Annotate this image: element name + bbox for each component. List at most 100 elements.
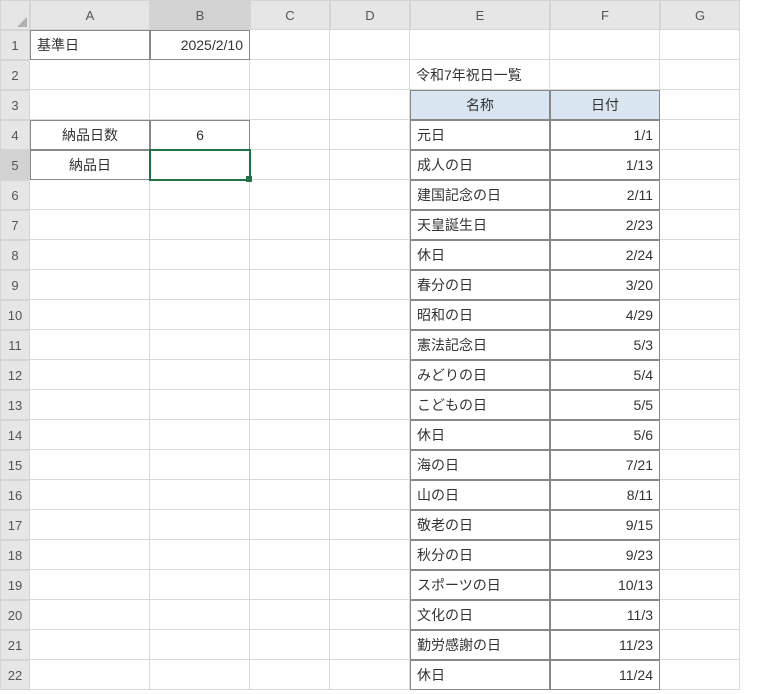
cell-E21[interactable]: 勤労感謝の日 <box>410 630 550 660</box>
cell-G3[interactable] <box>660 90 740 120</box>
cell-A8[interactable] <box>30 240 150 270</box>
cell-F12[interactable]: 5/4 <box>550 360 660 390</box>
row-header-17[interactable]: 17 <box>0 510 30 540</box>
cell-D2[interactable] <box>330 60 410 90</box>
cell-B21[interactable] <box>150 630 250 660</box>
cell-E15[interactable]: 海の日 <box>410 450 550 480</box>
cell-D5[interactable] <box>330 150 410 180</box>
cell-B19[interactable] <box>150 570 250 600</box>
cell-C22[interactable] <box>250 660 330 690</box>
row-header-9[interactable]: 9 <box>0 270 30 300</box>
cell-A21[interactable] <box>30 630 150 660</box>
cell-D9[interactable] <box>330 270 410 300</box>
cell-D3[interactable] <box>330 90 410 120</box>
cell-F2[interactable] <box>550 60 660 90</box>
row-header-11[interactable]: 11 <box>0 330 30 360</box>
cell-E6[interactable]: 建国記念の日 <box>410 180 550 210</box>
cell-F6[interactable]: 2/11 <box>550 180 660 210</box>
cell-A6[interactable] <box>30 180 150 210</box>
cell-C12[interactable] <box>250 360 330 390</box>
cell-B20[interactable] <box>150 600 250 630</box>
cell-C4[interactable] <box>250 120 330 150</box>
row-header-1[interactable]: 1 <box>0 30 30 60</box>
cell-G14[interactable] <box>660 420 740 450</box>
cell-A19[interactable] <box>30 570 150 600</box>
col-header-E[interactable]: E <box>410 0 550 30</box>
cell-B15[interactable] <box>150 450 250 480</box>
cell-A13[interactable] <box>30 390 150 420</box>
cell-F14[interactable]: 5/6 <box>550 420 660 450</box>
col-header-A[interactable]: A <box>30 0 150 30</box>
spreadsheet-grid[interactable]: ABCDEFG1基準日2025/2/102令和7年祝日一覧3名称日付4納品日数6… <box>0 0 778 690</box>
col-header-C[interactable]: C <box>250 0 330 30</box>
cell-F21[interactable]: 11/23 <box>550 630 660 660</box>
cell-F5[interactable]: 1/13 <box>550 150 660 180</box>
row-header-13[interactable]: 13 <box>0 390 30 420</box>
cell-G17[interactable] <box>660 510 740 540</box>
cell-B1[interactable]: 2025/2/10 <box>150 30 250 60</box>
cell-F16[interactable]: 8/11 <box>550 480 660 510</box>
cell-B17[interactable] <box>150 510 250 540</box>
cell-B22[interactable] <box>150 660 250 690</box>
cell-G20[interactable] <box>660 600 740 630</box>
cell-D6[interactable] <box>330 180 410 210</box>
cell-G2[interactable] <box>660 60 740 90</box>
cell-C5[interactable] <box>250 150 330 180</box>
cell-C19[interactable] <box>250 570 330 600</box>
cell-C1[interactable] <box>250 30 330 60</box>
cell-F4[interactable]: 1/1 <box>550 120 660 150</box>
row-header-10[interactable]: 10 <box>0 300 30 330</box>
row-header-8[interactable]: 8 <box>0 240 30 270</box>
cell-B8[interactable] <box>150 240 250 270</box>
cell-G5[interactable] <box>660 150 740 180</box>
cell-C7[interactable] <box>250 210 330 240</box>
cell-D7[interactable] <box>330 210 410 240</box>
cell-E2[interactable]: 令和7年祝日一覧 <box>410 60 550 90</box>
cell-G21[interactable] <box>660 630 740 660</box>
row-header-20[interactable]: 20 <box>0 600 30 630</box>
cell-G22[interactable] <box>660 660 740 690</box>
cell-A20[interactable] <box>30 600 150 630</box>
cell-G11[interactable] <box>660 330 740 360</box>
row-header-6[interactable]: 6 <box>0 180 30 210</box>
cell-G19[interactable] <box>660 570 740 600</box>
cell-F7[interactable]: 2/23 <box>550 210 660 240</box>
cell-D18[interactable] <box>330 540 410 570</box>
row-header-19[interactable]: 19 <box>0 570 30 600</box>
cell-E16[interactable]: 山の日 <box>410 480 550 510</box>
cell-E14[interactable]: 休日 <box>410 420 550 450</box>
cell-C17[interactable] <box>250 510 330 540</box>
cell-B5[interactable] <box>150 150 250 180</box>
cell-E7[interactable]: 天皇誕生日 <box>410 210 550 240</box>
cell-C15[interactable] <box>250 450 330 480</box>
cell-D20[interactable] <box>330 600 410 630</box>
cell-E20[interactable]: 文化の日 <box>410 600 550 630</box>
col-header-B[interactable]: B <box>150 0 250 30</box>
cell-F20[interactable]: 11/3 <box>550 600 660 630</box>
cell-F8[interactable]: 2/24 <box>550 240 660 270</box>
cell-A18[interactable] <box>30 540 150 570</box>
cell-A2[interactable] <box>30 60 150 90</box>
cell-G15[interactable] <box>660 450 740 480</box>
col-header-G[interactable]: G <box>660 0 740 30</box>
cell-A22[interactable] <box>30 660 150 690</box>
cell-A11[interactable] <box>30 330 150 360</box>
cell-B18[interactable] <box>150 540 250 570</box>
cell-A17[interactable] <box>30 510 150 540</box>
cell-E1[interactable] <box>410 30 550 60</box>
cell-A10[interactable] <box>30 300 150 330</box>
cell-C6[interactable] <box>250 180 330 210</box>
cell-A3[interactable] <box>30 90 150 120</box>
cell-F11[interactable]: 5/3 <box>550 330 660 360</box>
cell-B16[interactable] <box>150 480 250 510</box>
cell-G9[interactable] <box>660 270 740 300</box>
cell-F1[interactable] <box>550 30 660 60</box>
cell-D21[interactable] <box>330 630 410 660</box>
cell-E22[interactable]: 休日 <box>410 660 550 690</box>
cell-B12[interactable] <box>150 360 250 390</box>
cell-E3[interactable]: 名称 <box>410 90 550 120</box>
cell-G1[interactable] <box>660 30 740 60</box>
cell-F15[interactable]: 7/21 <box>550 450 660 480</box>
cell-A14[interactable] <box>30 420 150 450</box>
cell-F13[interactable]: 5/5 <box>550 390 660 420</box>
